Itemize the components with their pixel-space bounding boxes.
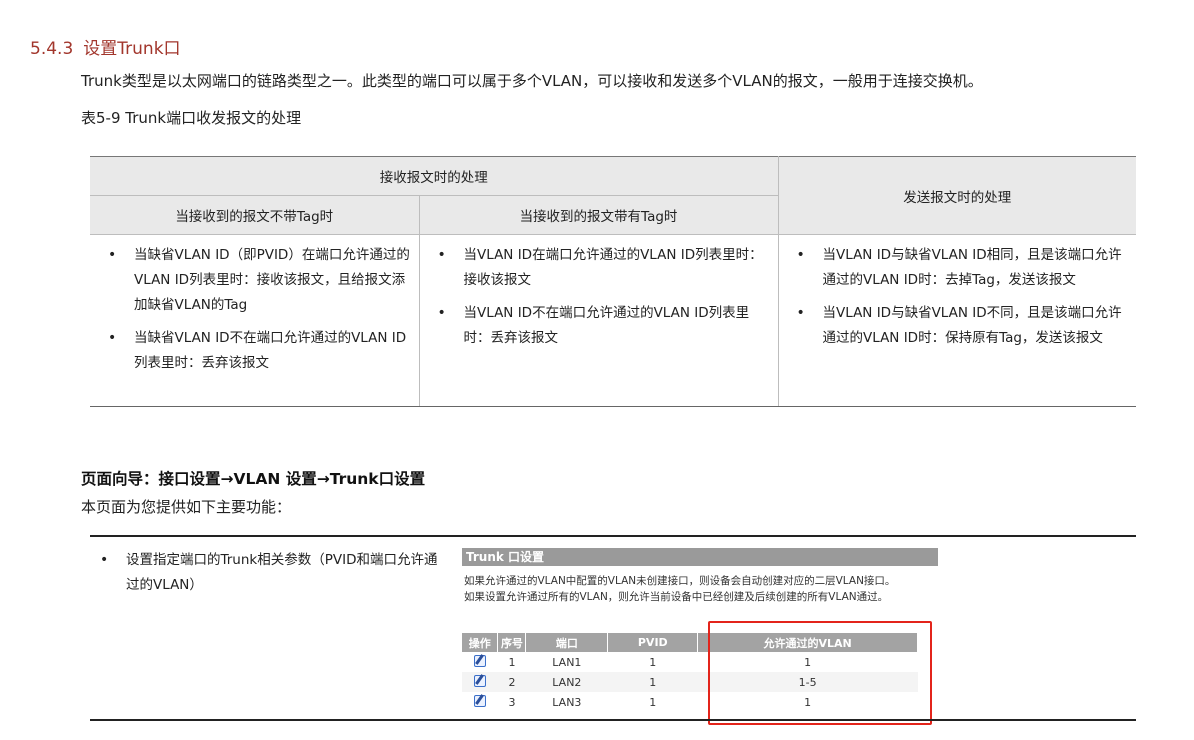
list-item: 设置指定端口的Trunk相关参数（PVID和端口允许通过的VLAN）	[90, 548, 450, 598]
subheader-tagged: 当接收到的报文带有Tag时	[418, 195, 779, 235]
table-caption: 表5-9 Trunk端口收发报文的处理	[81, 109, 302, 127]
list-item: 当VLAN ID与缺省VLAN ID相同，且是该端口允许通过的VLAN ID时：…	[787, 243, 1131, 293]
row-index: 1	[497, 652, 526, 672]
list-item: 当VLAN ID不在端口允许通过的VLAN ID列表里时：丢弃该报文	[428, 301, 772, 351]
subheader-untagged: 当接收到的报文不带Tag时	[90, 195, 420, 235]
section-heading: 5.4.3 设置Trunk口	[30, 34, 181, 59]
divider	[90, 535, 1136, 537]
screenshot-title: Trunk 口设置	[462, 548, 938, 566]
edit-icon[interactable]	[473, 694, 486, 707]
row-pvid: 1	[607, 672, 698, 692]
row-port: LAN1	[525, 652, 608, 672]
edit-icon[interactable]	[473, 674, 486, 687]
highlight-box	[708, 621, 932, 725]
row-pvid: 1	[607, 692, 698, 712]
row-port: LAN3	[525, 692, 608, 712]
list-item: 当缺省VLAN ID（即PVID）在端口允许通过的VLAN ID列表里时：接收该…	[98, 243, 413, 318]
page-guide: 页面向导：接口设置→VLAN 设置→Trunk口设置	[81, 470, 426, 488]
section-title: 设置Trunk口	[83, 39, 181, 59]
list-item: 当缺省VLAN ID不在端口允许通过的VLAN ID列表里时：丢弃该报文	[98, 326, 413, 376]
note-line: 如果设置允许通过所有的VLAN，则允许当前设备中已经创建及后续创建的所有VLAN…	[464, 591, 889, 603]
header-receive: 接收报文时的处理	[90, 156, 779, 196]
intro-paragraph: Trunk类型是以太网端口的链路类型之一。此类型的端口可以属于多个VLAN，可以…	[81, 72, 983, 90]
header-send: 发送报文时的处理	[777, 156, 1136, 235]
row-index: 3	[497, 692, 526, 712]
list-item: 当VLAN ID在端口允许通过的VLAN ID列表里时：接收该报文	[428, 243, 772, 293]
page-guide-desc: 本页面为您提供如下主要功能：	[81, 498, 292, 516]
cell-untagged: 当缺省VLAN ID（即PVID）在端口允许通过的VLAN ID列表里时：接收该…	[90, 234, 420, 407]
note-line: 如果允许通过的VLAN中配置的VLAN未创建接口，则设备会自动创建对应的二层VL…	[464, 575, 896, 587]
row-pvid: 1	[607, 652, 698, 672]
section-number: 5.4.3	[30, 39, 74, 59]
col-port: 端口	[525, 633, 609, 652]
edit-icon[interactable]	[473, 654, 486, 667]
col-index: 序号	[497, 633, 527, 652]
screenshot-note: 如果允许通过的VLAN中配置的VLAN未创建接口，则设备会自动创建对应的二层VL…	[462, 573, 938, 605]
cell-tagged: 当VLAN ID在端口允许通过的VLAN ID列表里时：接收该报文 当VLAN …	[419, 234, 779, 407]
list-item: 当VLAN ID与缺省VLAN ID不同，且是该端口允许通过的VLAN ID时：…	[787, 301, 1131, 351]
row-index: 2	[497, 672, 526, 692]
feature-list: 设置指定端口的Trunk相关参数（PVID和端口允许通过的VLAN）	[90, 548, 450, 606]
divider	[90, 719, 1136, 721]
col-action: 操作	[462, 633, 499, 652]
col-pvid: PVID	[607, 633, 699, 652]
trunk-processing-table: 接收报文时的处理 发送报文时的处理 当接收到的报文不带Tag时 当接收到的报文带…	[90, 156, 1136, 407]
row-port: LAN2	[525, 672, 608, 692]
cell-send: 当VLAN ID与缺省VLAN ID相同，且是该端口允许通过的VLAN ID时：…	[778, 234, 1136, 407]
